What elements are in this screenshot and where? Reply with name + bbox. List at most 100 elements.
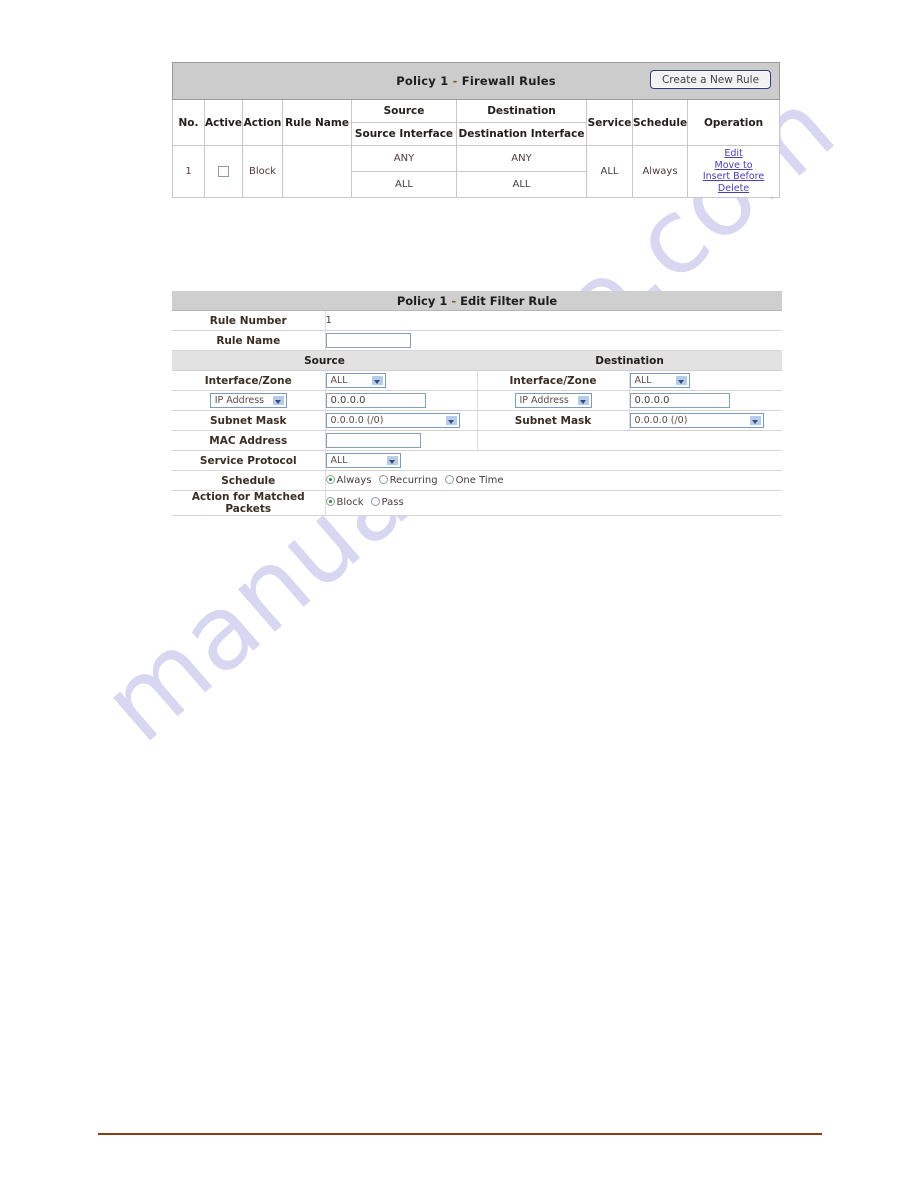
header-service: Service <box>586 99 633 146</box>
header-rule-name: Rule Name <box>282 99 352 146</box>
service-protocol-cell: ALL <box>325 450 783 471</box>
row-destination-interface: ALL <box>456 171 587 198</box>
destination-ip-cell: 0.0.0.0 <box>629 390 783 411</box>
header-operation: Operation <box>686 99 781 146</box>
source-subnet-mask-cell: 0.0.0.0 (/0) <box>325 410 478 431</box>
rule-name-row: Rule Name <box>172 330 783 351</box>
footer-divider <box>98 1133 822 1135</box>
edit-filter-rule-title-row: Policy 1 - Edit Filter Rule <box>172 291 783 311</box>
service-protocol-select[interactable]: ALL <box>325 453 401 468</box>
rule-number-label: Rule Number <box>172 310 326 331</box>
destination-subnet-mask-select[interactable]: 0.0.0.0 (/0) <box>629 413 764 428</box>
document-page: Policy 1 - Firewall Rules Create a New R… <box>0 0 918 1188</box>
destination-interface-zone-select[interactable]: ALL <box>629 373 690 388</box>
radio-icon <box>325 474 335 484</box>
schedule-option-always[interactable]: Always <box>325 474 372 486</box>
destination-interface-zone-label: Interface/Zone <box>477 370 630 391</box>
schedule-row: Schedule Always Recurring One Time <box>172 470 783 491</box>
chevron-down-icon <box>385 455 399 466</box>
action-matched-packets-row: Action for Matched Packets Block Pass <box>172 490 783 516</box>
radio-icon <box>378 474 388 484</box>
action-option-pass[interactable]: Pass <box>370 497 404 508</box>
schedule-radio-group: Always Recurring One Time <box>325 474 511 486</box>
firewall-rules-title-dash: - <box>448 74 462 88</box>
firewall-rules-table: Policy 1 - Firewall Rules Create a New R… <box>172 62 781 198</box>
table-row: 1 Block ANY ANY ALL Always Edit Move to … <box>172 145 781 198</box>
schedule-options-cell: Always Recurring One Time <box>325 470 783 491</box>
chevron-down-icon <box>370 375 384 386</box>
destination-address-type-select[interactable]: IP Address <box>514 393 592 408</box>
firewall-rules-header-row-1: No. Active Action Rule Name Source Desti… <box>172 99 781 146</box>
edit-filter-rule-titlebar: Policy 1 - Edit Filter Rule <box>172 291 783 311</box>
destination-ip-address-input[interactable]: 0.0.0.0 <box>629 393 730 408</box>
row-action: Block <box>242 145 283 198</box>
source-interface-zone-label: Interface/Zone <box>172 370 326 391</box>
mac-address-label: MAC Address <box>172 430 326 451</box>
header-destination-interface: Destination Interface <box>456 122 587 146</box>
source-address-type-value: IP Address <box>214 395 265 406</box>
header-no: No. <box>172 99 205 146</box>
subnet-mask-row: Subnet Mask 0.0.0.0 (/0) Subnet Mask 0.0… <box>172 410 783 431</box>
header-destination: Destination <box>456 99 587 123</box>
rule-name-cell <box>325 330 783 351</box>
move-to-link[interactable]: Move to <box>688 160 779 172</box>
action-option-block-label: Block <box>336 497 364 509</box>
mac-spacer-left <box>477 430 629 451</box>
service-protocol-value: ALL <box>330 455 348 466</box>
schedule-option-recurring[interactable]: Recurring <box>378 474 438 486</box>
row-destination: ANY <box>456 145 587 172</box>
schedule-option-one-time[interactable]: One Time <box>444 474 504 486</box>
header-active: Active <box>204 99 243 146</box>
action-for-matched-packets-label: Action for Matched Packets <box>172 490 326 516</box>
source-ip-cell: 0.0.0.0 <box>325 390 478 411</box>
destination-interface-zone-value: ALL <box>634 375 652 386</box>
rule-number-row: Rule Number 1 <box>172 310 783 331</box>
row-operation-cell: Edit Move to Insert Before Delete <box>686 145 781 198</box>
insert-before-link[interactable]: Insert Before <box>688 171 779 183</box>
source-address-type-select[interactable]: IP Address <box>209 393 287 408</box>
source-interface-zone-value: ALL <box>330 375 348 386</box>
chevron-down-icon <box>576 395 590 406</box>
mac-address-input[interactable] <box>325 433 421 448</box>
row-service: ALL <box>586 145 633 198</box>
edit-link[interactable]: Edit <box>688 148 779 160</box>
row-number: 1 <box>172 145 205 198</box>
schedule-option-one-time-label: One Time <box>455 474 504 486</box>
chevron-down-icon <box>748 415 762 426</box>
radio-icon <box>444 474 454 484</box>
action-option-block[interactable]: Block <box>325 497 364 509</box>
edit-filter-rule-table: Policy 1 - Edit Filter Rule Rule Number … <box>172 291 783 516</box>
delete-link[interactable]: Delete <box>688 183 779 195</box>
schedule-option-recurring-label: Recurring <box>389 474 438 486</box>
action-options-cell: Block Pass <box>325 490 783 516</box>
edit-title-dash: - <box>447 293 461 308</box>
firewall-rules-titlebar: Policy 1 - Firewall Rules Create a New R… <box>172 62 780 100</box>
mac-address-row: MAC Address <box>172 430 783 451</box>
chevron-down-icon <box>444 415 458 426</box>
source-address-type-cell: IP Address <box>172 390 326 411</box>
destination-subnet-mask-cell: 0.0.0.0 (/0) <box>629 410 783 431</box>
firewall-rules-title-prefix: Policy 1 <box>396 74 449 88</box>
row-source: ANY <box>351 145 457 172</box>
row-schedule: Always <box>632 145 688 198</box>
action-radio-group: Block Pass <box>325 497 411 509</box>
rule-name-input[interactable] <box>325 333 411 348</box>
destination-address-type-value: IP Address <box>519 395 569 406</box>
source-ip-address-input[interactable]: 0.0.0.0 <box>325 393 426 408</box>
create-a-new-rule-button[interactable]: Create a New Rule <box>649 70 772 89</box>
header-source: Source <box>351 99 457 123</box>
radio-icon <box>370 497 380 507</box>
source-interface-zone-select[interactable]: ALL <box>325 373 386 388</box>
active-checkbox[interactable] <box>218 165 229 177</box>
mac-spacer-right <box>629 430 783 451</box>
firewall-rules-title-suffix: Firewall Rules <box>461 74 556 88</box>
source-section-header: Source <box>172 350 477 371</box>
source-destination-section-row: Source Destination <box>172 350 783 371</box>
radio-icon <box>325 497 335 507</box>
header-schedule: Schedule <box>632 99 688 146</box>
row-source-interface: ALL <box>351 171 457 198</box>
chevron-down-icon <box>271 395 285 406</box>
service-protocol-row: Service Protocol ALL <box>172 450 783 471</box>
edit-title-suffix: Edit Filter Rule <box>460 293 558 308</box>
source-subnet-mask-select[interactable]: 0.0.0.0 (/0) <box>325 413 460 428</box>
